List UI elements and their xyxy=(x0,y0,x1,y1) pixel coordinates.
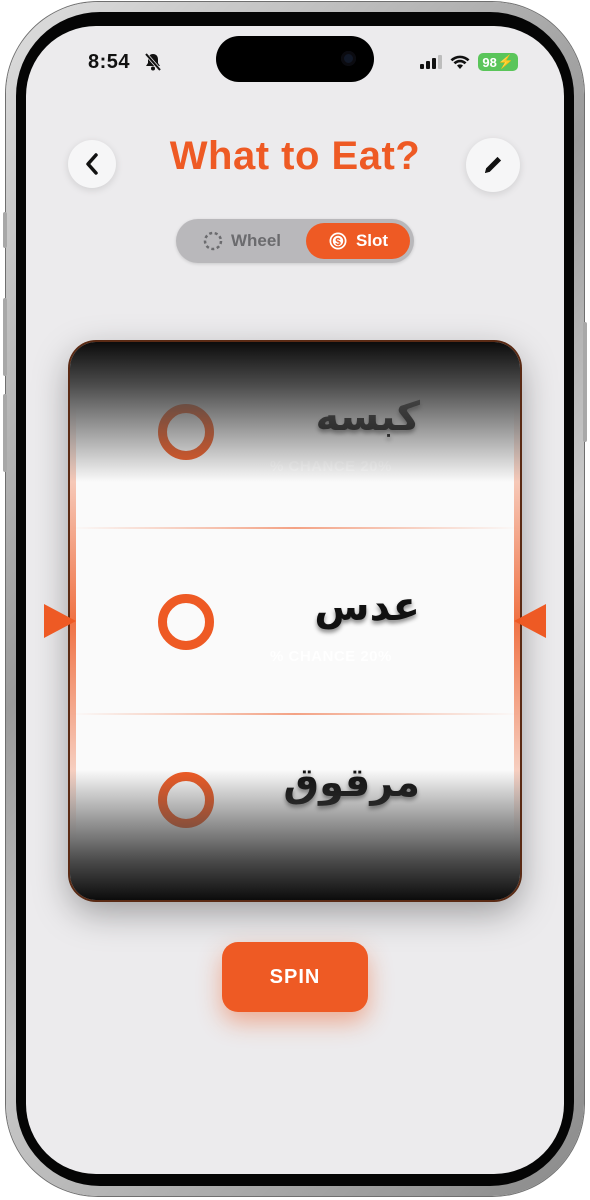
power-button xyxy=(583,322,587,442)
item-chance: % CHANCE 20% xyxy=(270,458,392,475)
charging-bolt-icon: ⚡ xyxy=(497,54,514,69)
left-pointer-icon xyxy=(44,604,76,638)
battery-indicator: 98 ⚡ xyxy=(478,53,518,71)
dynamic-island xyxy=(216,36,374,82)
volume-up-button xyxy=(3,298,7,376)
item-circle-icon xyxy=(158,772,214,828)
cellular-signal-icon xyxy=(420,55,443,69)
slot-row: كبسه % CHANCE 20% xyxy=(70,342,520,528)
item-name: كبسه xyxy=(315,394,420,440)
action-button xyxy=(3,212,7,248)
item-chance: % CHANCE 20% xyxy=(270,648,392,665)
app-screen: 8:54 98 ⚡ What to Eat? Wheel $ Slot كبسه… xyxy=(26,26,564,1174)
edit-button[interactable] xyxy=(466,138,520,192)
item-name: مرقوق xyxy=(283,760,420,806)
dashed-circle-icon xyxy=(203,231,223,251)
status-time: 8:54 xyxy=(88,51,131,73)
volume-down-button xyxy=(3,394,7,472)
battery-level: 98 xyxy=(482,54,497,70)
slot-mode-option[interactable]: $ Slot xyxy=(306,223,410,259)
spin-button[interactable]: SPIN xyxy=(222,942,368,1012)
slot-mode-label: Slot xyxy=(355,231,389,250)
wifi-icon xyxy=(450,55,470,69)
svg-text:$: $ xyxy=(335,237,341,248)
camera-icon xyxy=(341,51,356,66)
item-circle-icon xyxy=(158,594,214,650)
slot-row: مرقوق xyxy=(70,714,520,900)
slot-machine: كبسه % CHANCE 20% عدس % CHANCE 20% مرقوق xyxy=(70,342,520,900)
mode-toggle: Wheel $ Slot xyxy=(176,219,414,263)
item-circle-icon xyxy=(158,404,214,460)
wheel-mode-option[interactable]: Wheel xyxy=(180,223,304,259)
slot-row-selected: عدس % CHANCE 20% xyxy=(70,528,520,714)
status-icons: 98 ⚡ xyxy=(420,53,518,71)
pencil-icon xyxy=(485,156,502,173)
item-name: عدس xyxy=(314,584,420,630)
bell-slash-icon xyxy=(144,52,162,72)
right-pointer-icon xyxy=(514,604,546,638)
wheel-mode-label: Wheel xyxy=(230,231,282,250)
coin-icon: $ xyxy=(329,232,347,250)
